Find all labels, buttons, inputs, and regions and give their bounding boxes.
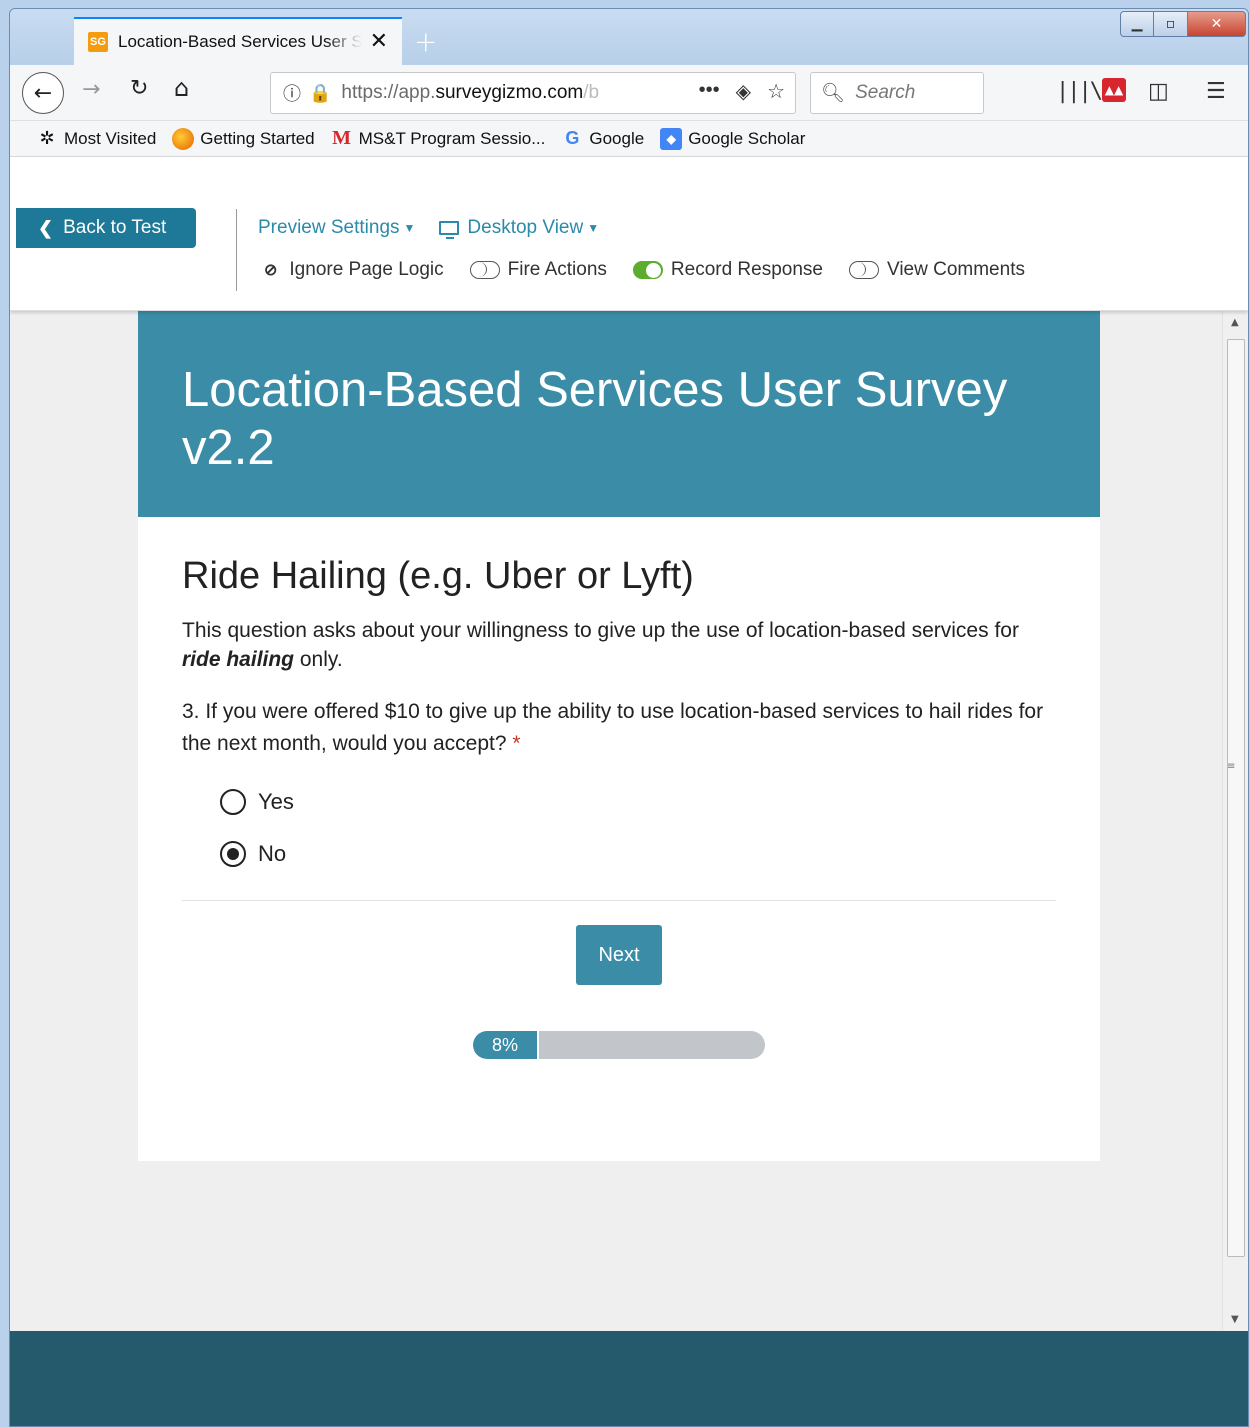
radio-button[interactable]: [220, 789, 246, 815]
bookmark-star-icon[interactable]: ☆: [767, 79, 785, 104]
survey-title: Location-Based Services User Survey v2.2: [182, 363, 1008, 475]
reload-icon[interactable]: ↻: [130, 76, 148, 101]
scroll-up-icon[interactable]: ▲: [1231, 317, 1239, 328]
google-scholar-icon: ◆: [660, 127, 683, 150]
scrollbar-thumb[interactable]: [1227, 339, 1245, 1257]
question-intro: This question asks about your willingnes…: [182, 619, 1019, 671]
preview-toolbar: ❮ Back to Test Preview Settings ▼ Deskto…: [10, 157, 1248, 311]
record-response-label: Record Response: [670, 259, 823, 280]
ignore-page-logic-toggle[interactable]: ⊘ Ignore Page Logic: [264, 259, 444, 281]
search-placeholder: Search: [855, 82, 916, 103]
fire-actions-label: Fire Actions: [507, 259, 607, 280]
fire-actions-toggle[interactable]: Fire Actions: [469, 259, 607, 281]
caret-down-icon: ▼: [403, 221, 416, 235]
surveygizmo-favicon-icon: SG: [88, 32, 108, 52]
option-no[interactable]: No: [220, 828, 1056, 880]
answer-options: Yes No: [220, 776, 1056, 880]
url-bar[interactable]: ⓘ 🔒 https://app.surveygizmo.com/b ••• ◈ …: [270, 72, 796, 114]
scroll-down-icon[interactable]: ▼: [1231, 1314, 1239, 1325]
page-footer: [10, 1331, 1248, 1426]
progress-separator: [537, 1031, 539, 1059]
toggle-on-icon: [632, 261, 663, 279]
ban-icon: ⊘: [264, 262, 278, 279]
caret-down-icon: ▼: [587, 221, 600, 235]
bookmark-mst-program[interactable]: M MS&T Program Sessio...: [331, 127, 546, 150]
option-label: No: [258, 841, 287, 866]
back-to-test-button[interactable]: ❮ Back to Test: [16, 208, 196, 248]
required-mark: *: [512, 732, 521, 755]
view-comments-toggle[interactable]: View Comments: [849, 259, 1025, 281]
back-arrow-icon[interactable]: ←: [22, 72, 64, 114]
record-response-toggle[interactable]: Record Response: [632, 259, 823, 281]
divider: [182, 900, 1056, 901]
page-actions-icon[interactable]: •••: [699, 79, 720, 104]
option-yes[interactable]: Yes: [220, 776, 1056, 828]
bookmark-label: Most Visited: [64, 128, 157, 148]
sidebar-icon[interactable]: ◫: [1148, 79, 1169, 104]
tab-title: Location-Based Services User Survey: [118, 32, 362, 51]
toggle-off-icon: [849, 261, 879, 279]
bookmarks-toolbar: ✲ Most Visited Getting Started M MS&T Pr…: [10, 121, 1248, 157]
bookmark-google[interactable]: G Google: [561, 128, 644, 150]
browser-window: SG Location-Based Services User Survey ✕…: [9, 8, 1249, 1427]
bookmark-label: Google: [589, 128, 645, 148]
library-icon[interactable]: |||\: [1056, 79, 1103, 104]
extension-icon[interactable]: ▲▲: [1102, 78, 1126, 102]
option-label: Yes: [258, 789, 294, 814]
desktop-view-dropdown[interactable]: Desktop View ▼: [439, 217, 599, 239]
pocket-icon[interactable]: ◈: [736, 79, 751, 104]
progress-bar: 8%: [473, 1031, 765, 1059]
bookmark-most-visited[interactable]: ✲ Most Visited: [36, 128, 156, 150]
minimize-button[interactable]: ▁: [1120, 11, 1154, 37]
monitor-icon: [439, 221, 460, 239]
scroll-grip-icon: ≡: [1227, 761, 1236, 772]
bookmark-label: MS&T Program Sessio...: [358, 128, 546, 148]
tab-close-icon[interactable]: ✕: [370, 29, 388, 54]
preview-settings-label: Preview Settings: [258, 217, 400, 238]
tab-strip: SG Location-Based Services User Survey ✕…: [10, 9, 1248, 65]
navigation-bar: ← → ↻ ⌂ ⓘ 🔒 https://app.surveygizmo.com/…: [10, 65, 1248, 121]
survey-body: Ride Hailing (e.g. Uber or Lyft) This qu…: [138, 517, 1100, 1059]
divider: [236, 209, 237, 291]
progress-label: 8%: [473, 1031, 537, 1059]
bookmark-label: Google Scholar: [688, 128, 806, 148]
bookmark-label: Getting Started: [200, 128, 315, 148]
forward-arrow-icon[interactable]: →: [82, 77, 100, 102]
bookmark-getting-started[interactable]: Getting Started: [172, 127, 315, 150]
hamburger-menu-icon[interactable]: ☰: [1206, 79, 1226, 104]
browser-tab[interactable]: SG Location-Based Services User Survey ✕: [74, 17, 402, 65]
firefox-icon: [172, 127, 195, 150]
next-button[interactable]: Next: [576, 925, 662, 985]
radio-button-checked[interactable]: [220, 841, 246, 867]
section-title: Ride Hailing (e.g. Uber or Lyft): [182, 555, 694, 597]
desktop-view-label: Desktop View: [467, 217, 584, 238]
bookmark-google-scholar[interactable]: ◆ Google Scholar: [660, 127, 806, 150]
view-comments-label: View Comments: [887, 259, 1025, 280]
preview-settings-dropdown[interactable]: Preview Settings ▼: [258, 217, 415, 239]
gear-icon: ✲: [39, 128, 55, 148]
back-to-test-label: Back to Test: [63, 217, 167, 238]
survey-header: Location-Based Services User Survey v2.2: [138, 311, 1100, 517]
lock-icon[interactable]: 🔒: [309, 83, 331, 104]
search-input[interactable]: 🔍︎ Search: [810, 72, 984, 114]
question-text: 3. If you were offered $10 to give up th…: [182, 700, 1044, 755]
chevron-left-icon: ❮: [38, 217, 54, 238]
maximize-button[interactable]: ▫: [1154, 11, 1188, 37]
vertical-scrollbar[interactable]: ▲ ≡ ▼: [1222, 311, 1248, 1331]
m-logo-icon: M: [332, 127, 352, 149]
survey-card: Location-Based Services User Survey v2.2…: [138, 311, 1100, 1161]
url-text[interactable]: https://app.surveygizmo.com/b: [341, 82, 621, 104]
new-tab-icon[interactable]: +: [414, 25, 437, 58]
ignore-page-logic-label: Ignore Page Logic: [289, 259, 444, 280]
info-icon[interactable]: ⓘ: [283, 80, 301, 106]
google-icon: G: [565, 128, 580, 148]
toggle-off-icon: [469, 261, 500, 279]
close-window-button[interactable]: ✕: [1188, 11, 1246, 37]
page-content: ❮ Back to Test Preview Settings ▼ Deskto…: [10, 157, 1248, 1426]
home-icon[interactable]: ⌂: [174, 74, 189, 102]
search-icon: 🔍︎: [821, 83, 846, 104]
window-controls: ▁ ▫ ✕: [1120, 11, 1246, 37]
